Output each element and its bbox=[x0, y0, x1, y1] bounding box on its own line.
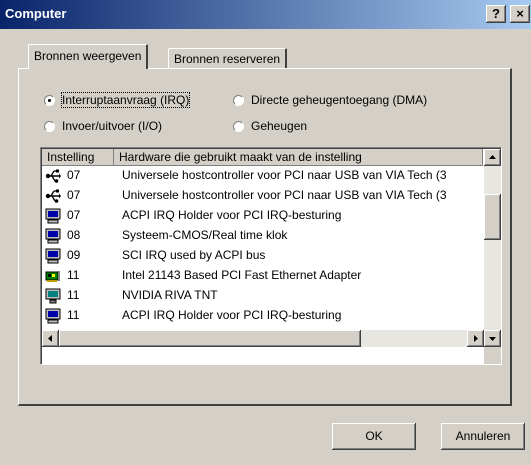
cancel-button[interactable]: Annuleren bbox=[441, 423, 525, 450]
vertical-scroll-thumb[interactable] bbox=[484, 194, 501, 240]
row-setting: 07 bbox=[67, 168, 81, 182]
scroll-up-button[interactable] bbox=[484, 149, 501, 166]
row-setting: 11 bbox=[67, 268, 80, 282]
radio-memory-indicator bbox=[233, 120, 244, 132]
row-hardware: ACPI IRQ Holder voor PCI IRQ-besturing bbox=[122, 208, 342, 222]
row-setting: 11 bbox=[67, 308, 80, 322]
table-row[interactable]: 07 Universele hostcontroller voor PCI naa… bbox=[42, 186, 484, 205]
row-hardware: Intel 21143 Based PCI Fast Ethernet Adap… bbox=[122, 268, 362, 282]
radio-io[interactable]: Invoer/uitvoer (I/O) bbox=[44, 119, 162, 133]
row-hardware: ACPI IRQ Holder voor PCI IRQ-besturing bbox=[122, 308, 342, 322]
window-title: Computer bbox=[5, 6, 67, 21]
computer-icon bbox=[45, 248, 61, 264]
tab-bronnen-reserveren[interactable]: Bronnen reserveren bbox=[168, 48, 288, 69]
table-row[interactable]: 08 Systeem-CMOS/Real time klok bbox=[42, 226, 484, 245]
table-row[interactable]: 11 Intel 21143 Based PCI Fast Ethernet Ad… bbox=[42, 266, 484, 285]
row-hardware: Universele hostcontroller voor PCI naar … bbox=[122, 188, 447, 202]
usb-icon bbox=[45, 168, 61, 184]
computer-icon bbox=[45, 208, 61, 224]
scroll-left-button[interactable] bbox=[42, 330, 59, 347]
radio-dma-indicator bbox=[233, 94, 244, 106]
title-bar[interactable]: Computer ? × bbox=[0, 0, 531, 29]
table-row[interactable]: 07 ACPI IRQ Holder voor PCI IRQ-besturing bbox=[42, 206, 484, 225]
resource-list[interactable]: Instelling Hardware die gebruikt maakt v… bbox=[40, 147, 502, 365]
radio-dma-label: Directe geheugentoegang (DMA) bbox=[251, 93, 428, 107]
scrollbar-corner bbox=[484, 347, 501, 364]
row-hardware: Universele hostcontroller voor PCI naar … bbox=[122, 168, 447, 182]
ok-button[interactable]: OK bbox=[332, 423, 416, 450]
row-hardware: SCI IRQ used by ACPI bus bbox=[122, 248, 266, 262]
row-setting: 11 bbox=[67, 288, 80, 302]
table-row[interactable]: 07 Universele hostcontroller voor PCI naa… bbox=[42, 166, 484, 185]
table-row[interactable]: 11 ACPI IRQ Holder voor PCI IRQ-besturing bbox=[42, 306, 484, 325]
radio-io-indicator bbox=[44, 120, 55, 132]
horizontal-scrollbar[interactable] bbox=[42, 330, 484, 347]
radio-io-label: Invoer/uitvoer (I/O) bbox=[62, 119, 163, 133]
usb-icon bbox=[45, 188, 61, 204]
row-setting: 07 bbox=[67, 208, 81, 222]
row-setting: 07 bbox=[67, 188, 81, 202]
tab-bronnen-weergeven[interactable]: Bronnen weergeven bbox=[28, 44, 149, 69]
radio-dma[interactable]: Directe geheugentoegang (DMA) bbox=[233, 93, 427, 107]
radio-memory-label: Geheugen bbox=[251, 119, 308, 133]
computer-icon bbox=[45, 228, 61, 244]
row-hardware: NVIDIA RIVA TNT bbox=[122, 288, 218, 302]
radio-memory[interactable]: Geheugen bbox=[233, 119, 307, 133]
table-row[interactable]: 09 SCI IRQ used by ACPI bus bbox=[42, 246, 484, 265]
help-button[interactable]: ? bbox=[486, 5, 506, 23]
monitor-icon bbox=[45, 288, 61, 304]
computer-icon bbox=[45, 308, 61, 324]
row-hardware: Systeem-CMOS/Real time klok bbox=[122, 228, 288, 242]
network-card-icon bbox=[45, 268, 61, 284]
horizontal-scroll-thumb[interactable] bbox=[59, 330, 361, 347]
radio-irq-label: Interruptaanvraag (IRQ) bbox=[60, 92, 191, 108]
scroll-right-button[interactable] bbox=[467, 330, 484, 347]
column-header-hardware[interactable]: Hardware die gebruikt maakt van de inste… bbox=[114, 149, 483, 166]
scroll-down-button[interactable] bbox=[484, 330, 501, 347]
radio-irq-indicator bbox=[44, 94, 55, 106]
close-button[interactable]: × bbox=[510, 5, 530, 23]
vertical-scrollbar[interactable] bbox=[484, 149, 501, 347]
table-row[interactable]: 11 NVIDIA RIVA TNT bbox=[42, 286, 484, 305]
radio-irq[interactable]: Interruptaanvraag (IRQ) bbox=[44, 92, 191, 108]
row-setting: 09 bbox=[67, 248, 81, 262]
column-header-setting[interactable]: Instelling bbox=[42, 149, 114, 166]
row-setting: 08 bbox=[67, 228, 81, 242]
computer-properties-dialog: Computer ? × Bronnen weergeven Bronnen r… bbox=[0, 0, 531, 465]
